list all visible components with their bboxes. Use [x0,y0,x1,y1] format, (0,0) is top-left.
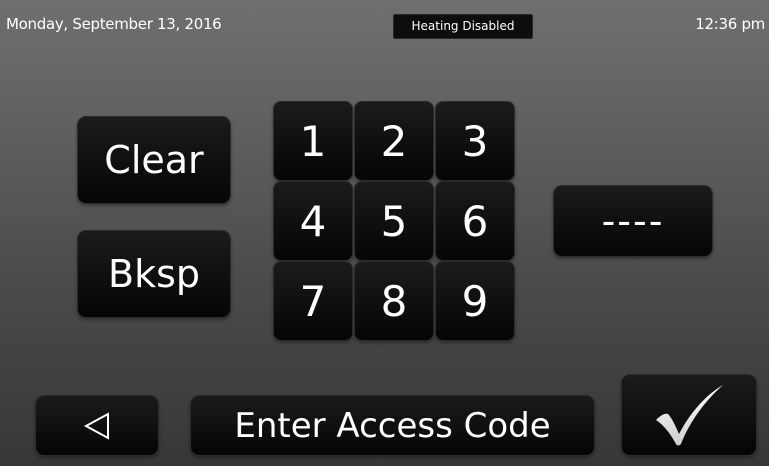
enter-access-code-prompt: Enter Access Code [190,395,595,456]
keypad-key-3[interactable]: 3 [435,101,515,181]
keypad-screen: Monday, September 13, 2016 Heating Disab… [0,0,769,466]
triangle-left-icon [83,411,109,440]
keypad-key-9[interactable]: 9 [435,261,515,341]
keypad-key-2[interactable]: 2 [354,101,434,181]
clear-button[interactable]: Clear [77,116,231,204]
checkmark-icon [656,385,723,446]
keypad-key-1[interactable]: 1 [273,101,353,181]
heating-status-badge: Heating Disabled [393,14,533,39]
keypad-key-8[interactable]: 8 [354,261,434,341]
status-time: 12:36 pm [695,15,765,33]
keypad-key-4[interactable]: 4 [273,181,353,261]
keypad-key-5[interactable]: 5 [354,181,434,261]
keypad-key-7[interactable]: 7 [273,261,353,341]
status-date: Monday, September 13, 2016 [6,15,222,33]
confirm-button[interactable] [621,374,757,456]
keypad-key-6[interactable]: 6 [435,181,515,261]
back-button[interactable] [35,395,159,456]
access-code-display: ---- [553,185,713,257]
backspace-button[interactable]: Bksp [77,230,231,318]
